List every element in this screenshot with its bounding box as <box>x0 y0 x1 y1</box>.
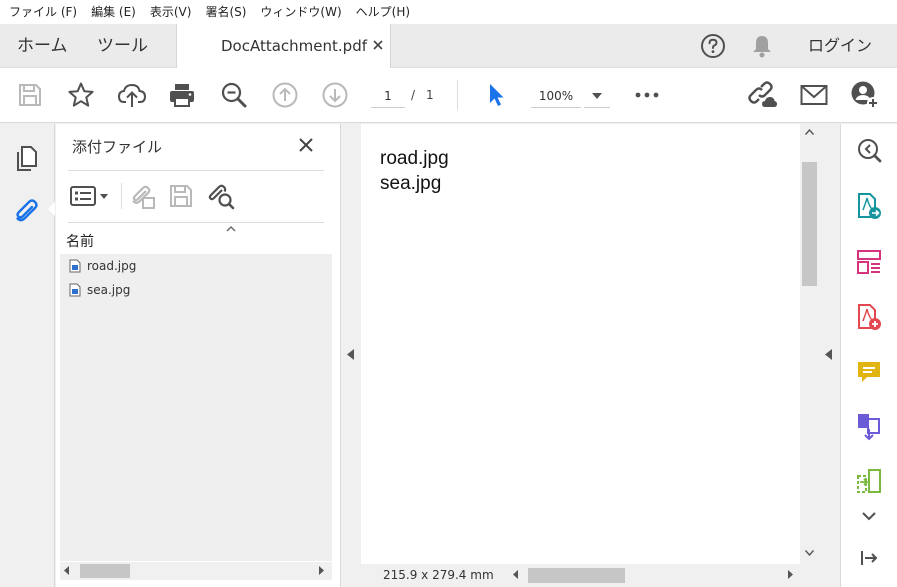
menu-file[interactable]: ファイル (F) <box>2 0 84 24</box>
combine-files-icon[interactable] <box>855 413 883 441</box>
scroll-left-icon[interactable] <box>513 570 519 579</box>
star-icon[interactable] <box>66 80 96 110</box>
paperclip-icon[interactable] <box>12 197 40 225</box>
main-toolbar: / 1 <box>0 68 897 123</box>
zoom-level-input[interactable] <box>531 84 581 108</box>
search-attachment-icon[interactable] <box>206 181 236 211</box>
left-pane-collapse-bar[interactable] <box>342 124 360 587</box>
save-attachment-icon[interactable] <box>168 181 194 211</box>
active-tab-marker <box>48 202 55 216</box>
right-tools-rail <box>840 124 897 587</box>
select-cursor-icon[interactable] <box>480 80 510 110</box>
bell-icon[interactable] <box>750 33 774 59</box>
close-tab-icon[interactable] <box>370 37 386 53</box>
menu-help[interactable]: ヘルプ(H) <box>349 0 417 24</box>
close-panel-icon[interactable] <box>296 135 316 155</box>
attachment-list: road.jpg sea.jpg <box>60 254 332 561</box>
page-size-label: 215.9 x 279.4 mm <box>383 568 494 582</box>
attachment-tools <box>68 179 324 213</box>
page-down-icon[interactable] <box>320 80 350 110</box>
tools-divider <box>121 183 122 209</box>
panel-title: 添付ファイル <box>72 138 163 156</box>
expand-panel-icon[interactable] <box>855 544 883 572</box>
menu-window[interactable]: ウィンドウ(W) <box>253 0 348 24</box>
attachments-panel: 添付ファイル 名前 road.jpg sea.jpg <box>56 124 341 587</box>
menu-sign[interactable]: 署名(S) <box>198 0 253 24</box>
scroll-down-icon[interactable] <box>805 550 814 556</box>
zoom-out-icon[interactable] <box>219 80 249 110</box>
document-tab-label: DocAttachment.pdf <box>221 37 368 55</box>
document-vertical-scrollbar[interactable] <box>800 124 819 564</box>
share-link-icon[interactable] <box>748 80 778 110</box>
add-user-icon[interactable] <box>850 80 880 110</box>
panel-horizontal-scrollbar[interactable] <box>60 562 332 580</box>
help-icon[interactable] <box>700 33 726 59</box>
zoom-dropdown-button[interactable] <box>584 84 610 108</box>
list-item[interactable]: road.jpg <box>60 254 332 278</box>
print-icon[interactable] <box>167 80 197 110</box>
menu-bar: ファイル (F) 編集 (E) 表示(V) 署名(S) ウィンドウ(W) ヘルプ… <box>0 0 897 24</box>
export-pdf-icon[interactable] <box>855 192 883 220</box>
mail-icon[interactable] <box>799 80 829 110</box>
save-icon[interactable] <box>15 80 45 110</box>
login-link[interactable]: ログイン <box>808 24 872 68</box>
sort-ascending-icon[interactable] <box>226 225 236 232</box>
scrollbar-thumb[interactable] <box>80 564 130 578</box>
scroll-right-icon[interactable] <box>787 570 793 579</box>
more-icon[interactable] <box>632 80 662 110</box>
document-status-bar: 215.9 x 279.4 mm <box>361 564 819 587</box>
document-page: road.jpg sea.jpg <box>361 124 801 564</box>
image-file-icon <box>69 283 81 297</box>
file-name: sea.jpg <box>87 283 131 297</box>
chevron-down-icon <box>592 92 602 99</box>
document-text-line: sea.jpg <box>380 173 442 194</box>
menu-view[interactable]: 表示(V) <box>143 0 199 24</box>
organize-pages-icon[interactable] <box>855 248 883 276</box>
list-item[interactable]: sea.jpg <box>60 278 332 302</box>
collapse-left-icon[interactable] <box>347 349 354 360</box>
compress-pdf-icon[interactable] <box>855 468 883 496</box>
chevron-down-icon[interactable] <box>855 502 883 530</box>
scrollbar-thumb[interactable] <box>528 568 625 583</box>
page-up-icon[interactable] <box>270 80 300 110</box>
create-pdf-icon[interactable] <box>855 303 883 331</box>
pages-icon[interactable] <box>14 144 40 172</box>
tab-home[interactable]: ホーム <box>17 24 68 68</box>
file-name: road.jpg <box>87 259 137 273</box>
page-total: 1 <box>426 88 434 102</box>
left-navigation-rail <box>0 124 55 587</box>
right-pane-collapse-bar[interactable] <box>819 124 839 587</box>
scroll-up-icon[interactable] <box>805 129 814 135</box>
tab-document[interactable]: DocAttachment.pdf <box>176 24 391 69</box>
list-options-icon <box>70 186 108 206</box>
collapse-right-icon[interactable] <box>825 349 832 360</box>
tab-bar: ホーム ツール DocAttachment.pdf ログイン <box>0 24 897 69</box>
comment-icon[interactable] <box>855 358 883 386</box>
cloud-upload-icon[interactable] <box>117 80 147 110</box>
document-text-line: road.jpg <box>380 148 449 169</box>
scroll-right-icon[interactable] <box>318 566 324 575</box>
page-number-input[interactable] <box>371 84 405 108</box>
column-header-name[interactable]: 名前 <box>66 231 94 251</box>
zoom-page-icon[interactable] <box>855 136 883 164</box>
panel-divider <box>68 170 324 171</box>
tab-tools[interactable]: ツール <box>97 24 148 68</box>
image-file-icon <box>69 259 81 273</box>
toolbar-divider <box>457 80 458 110</box>
scrollbar-thumb[interactable] <box>802 162 817 286</box>
scroll-left-icon[interactable] <box>64 566 70 575</box>
options-menu-button[interactable] <box>70 181 112 211</box>
panel-divider <box>68 222 324 223</box>
menu-edit[interactable]: 編集 (E) <box>84 0 143 24</box>
page-separator: / <box>411 88 416 102</box>
add-attachment-icon[interactable] <box>128 181 156 211</box>
